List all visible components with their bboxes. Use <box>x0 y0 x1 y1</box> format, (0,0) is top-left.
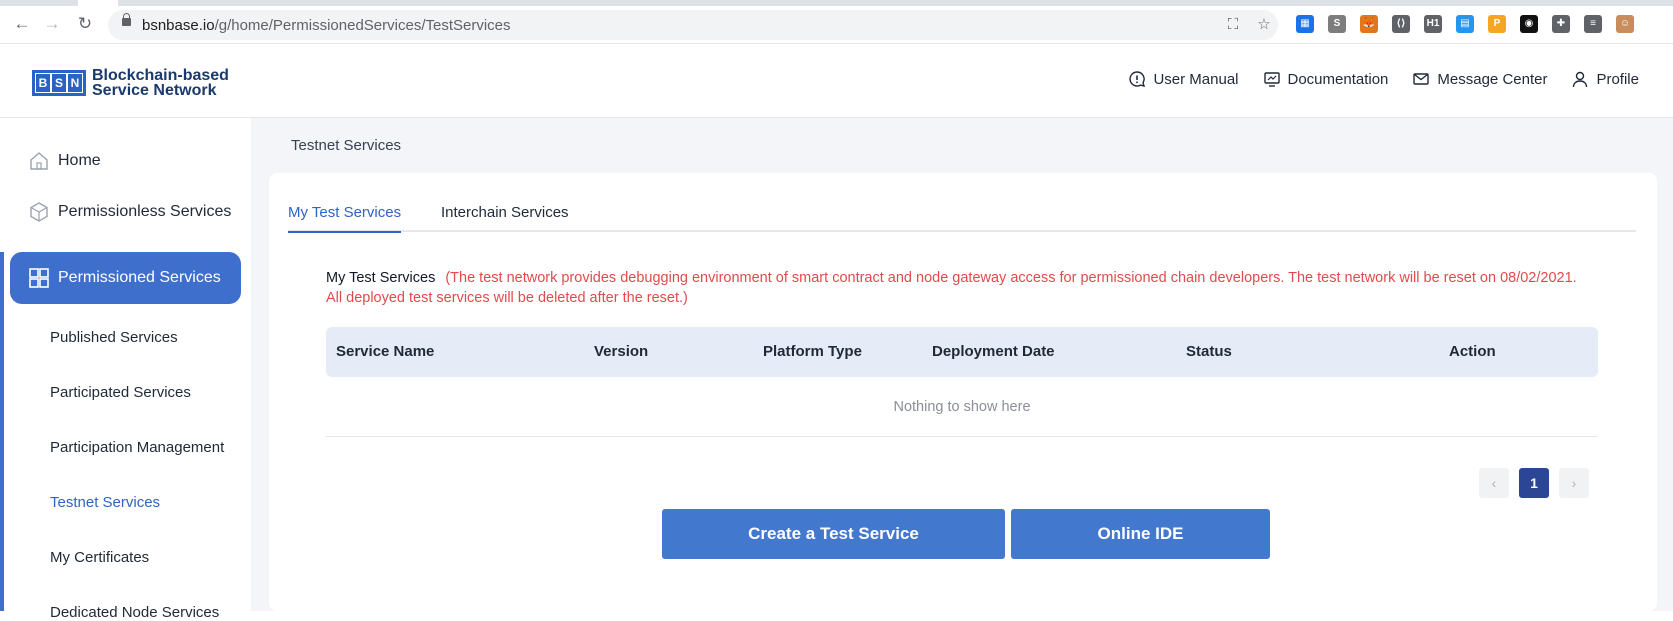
logo-text: Blockchain-based Service Network <box>92 67 229 99</box>
lock-icon[interactable] <box>122 13 131 26</box>
url-domain: bsnbase.io <box>142 17 215 34</box>
logo-line-1: Blockchain-based <box>92 67 229 84</box>
mail-icon <box>1413 73 1430 85</box>
browser-toolbar: ← → ↻ bsnbase.io/g/home/PermissionedServ… <box>0 0 1673 44</box>
sidebar-label-home: Home <box>58 152 101 169</box>
sidebar-item-participated-services[interactable]: Participated Services <box>50 384 191 401</box>
info-bubble-icon <box>1129 71 1146 87</box>
column-platform-type: Platform Type <box>763 343 862 360</box>
sidebar-item-permissioned[interactable]: Permissioned Services <box>10 252 241 304</box>
code-extension-icon[interactable]: ⟨⟩ <box>1392 15 1410 33</box>
grid-icon <box>29 268 49 288</box>
user-manual-link[interactable]: User Manual <box>1128 70 1239 88</box>
user-manual-label: User Manual <box>1153 70 1239 88</box>
sidebar-label-permissioned: Permissioned Services <box>58 269 221 286</box>
glasses-extension-icon[interactable]: ◉ <box>1520 15 1538 33</box>
h1-extension-icon[interactable]: H1 <box>1424 15 1442 33</box>
column-action: Action <box>1449 343 1496 360</box>
sidebar-item-my-certificates[interactable]: My Certificates <box>50 549 149 566</box>
column-version: Version <box>594 343 649 360</box>
monitor-icon <box>1263 72 1280 87</box>
documentation-label: Documentation <box>1287 70 1389 88</box>
documentation-link[interactable]: Documentation <box>1263 70 1389 88</box>
app-header: B S N Blockchain-based Service Network U… <box>0 44 1673 118</box>
home-icon <box>30 152 48 170</box>
bsn-logo[interactable]: B S N Blockchain-based Service Network <box>32 67 229 99</box>
user-icon <box>1573 71 1588 88</box>
url-path: /g/home/PermissionedServices/TestService… <box>214 17 511 34</box>
book-extension-icon[interactable]: ▤ <box>1456 15 1474 33</box>
tab-interchain-services[interactable]: Interchain Services <box>441 204 569 231</box>
p-extension-icon[interactable]: P <box>1488 15 1506 33</box>
sidebar-item-participation-management[interactable]: Participation Management <box>50 439 224 456</box>
header-nav: User Manual Documentation Message Center… <box>1128 70 1639 88</box>
logo-letter: B <box>36 74 50 92</box>
cube-icon <box>30 202 48 222</box>
table-empty-row: Nothing to show here <box>326 377 1598 437</box>
breadcrumb: Testnet Services <box>291 137 402 154</box>
logo-mark: B S N <box>32 70 86 96</box>
logo-letter: N <box>68 74 82 92</box>
notice-title: My Test Services <box>326 270 436 286</box>
column-service-name: Service Name <box>336 343 435 360</box>
sidebar-item-dedicated-node-services[interactable]: Dedicated Node Services <box>50 604 219 621</box>
tab-bar: My Test Services Interchain Services <box>288 204 1636 233</box>
back-icon[interactable]: ← <box>12 14 32 34</box>
pagination-page-1[interactable]: 1 <box>1519 468 1549 498</box>
translate-icon[interactable]: ⛶ <box>1223 15 1243 35</box>
message-center-link[interactable]: Message Center <box>1412 70 1547 88</box>
logo-line-2: Service Network <box>92 82 217 99</box>
create-test-service-button[interactable]: Create a Test Service <box>662 509 1005 559</box>
logo-letter: S <box>52 74 66 92</box>
notice-warning-text: (The test network provides debugging env… <box>326 270 1577 306</box>
online-ide-button[interactable]: Online IDE <box>1011 509 1270 559</box>
sidebar-item-testnet-services[interactable]: Testnet Services <box>50 494 160 511</box>
profile-label: Profile <box>1596 70 1639 88</box>
column-status: Status <box>1186 343 1232 360</box>
star-icon[interactable]: ☆ <box>1254 15 1274 35</box>
sidebar: Home Permissionless Services Permissione… <box>0 118 251 621</box>
forward-icon[interactable]: → <box>42 14 62 34</box>
reload-icon[interactable]: ↻ <box>75 14 95 34</box>
test-network-notice: My Test Services (The test network provid… <box>326 268 1596 308</box>
tab-my-test-services[interactable]: My Test Services <box>288 204 402 233</box>
sidebar-active-rail <box>0 252 4 611</box>
puzzle-extension-icon[interactable]: ✚ <box>1552 15 1570 33</box>
address-bar[interactable]: bsnbase.io/g/home/PermissionedServices/T… <box>108 10 1278 40</box>
column-deployment-date: Deployment Date <box>932 343 1055 360</box>
tab-strip <box>0 0 1673 6</box>
s-extension-icon[interactable]: S <box>1328 15 1346 33</box>
avatar-icon[interactable]: ☺ <box>1616 15 1634 33</box>
pagination-next-button[interactable]: › <box>1559 468 1589 498</box>
table-header: Service Name Version Platform Type Deplo… <box>326 327 1598 377</box>
pagination-prev-button[interactable]: ‹ <box>1479 468 1509 498</box>
profile-link[interactable]: Profile <box>1571 70 1639 88</box>
grid-extension-icon[interactable]: ▦ <box>1296 15 1314 33</box>
sidebar-item-home[interactable]: Home <box>28 150 101 172</box>
sidebar-item-permissionless[interactable]: Permissionless Services <box>28 201 231 223</box>
message-center-label: Message Center <box>1437 70 1548 88</box>
sidebar-label-permissionless: Permissionless Services <box>58 203 232 220</box>
sidebar-item-published-services[interactable]: Published Services <box>50 329 178 346</box>
empty-state-text: Nothing to show here <box>893 399 1031 415</box>
playlist-extension-icon[interactable]: ≡ <box>1584 15 1602 33</box>
active-tab[interactable] <box>78 0 118 6</box>
fox-extension-icon[interactable]: 🦊 <box>1360 15 1378 33</box>
url-text[interactable]: bsnbase.io/g/home/PermissionedServices/T… <box>142 17 511 34</box>
